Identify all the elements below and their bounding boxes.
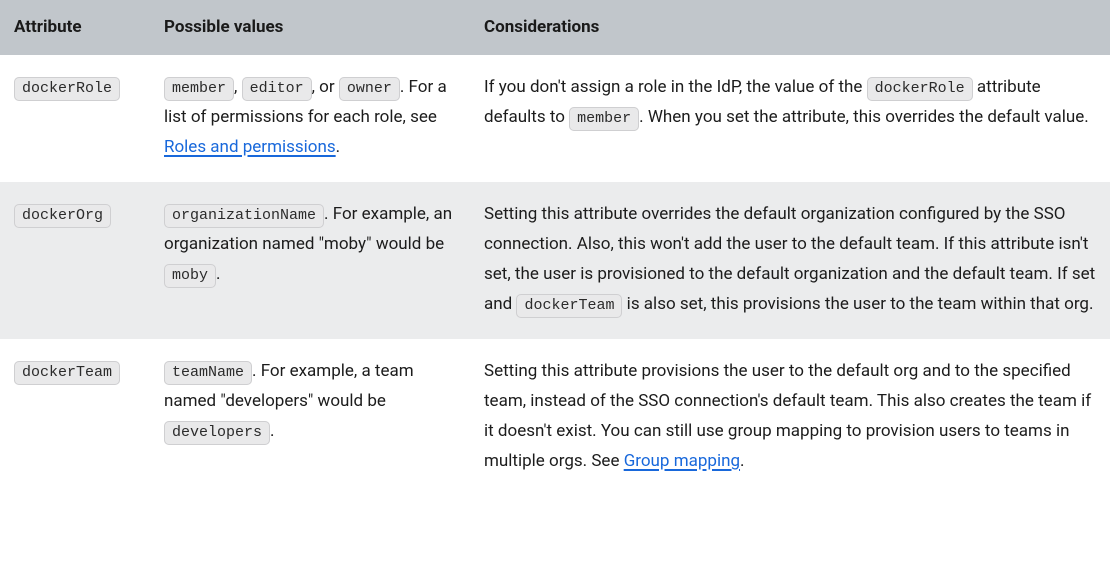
- text: , or: [312, 77, 339, 97]
- value-code: member: [164, 77, 234, 101]
- text: is also set, this provisions the user to…: [622, 294, 1093, 314]
- value-code: editor: [242, 77, 312, 101]
- group-mapping-link[interactable]: Group mapping: [624, 451, 740, 471]
- header-possible-values: Possible values: [150, 0, 470, 55]
- cell-possible-values: teamName. For example, a team named "dev…: [150, 339, 470, 496]
- attr-code: dockerTeam: [14, 361, 120, 385]
- header-considerations: Considerations: [470, 0, 1110, 55]
- value-code: member: [569, 107, 639, 131]
- text: .: [336, 137, 340, 157]
- attr-code: dockerRole: [14, 77, 120, 101]
- text: ,: [234, 77, 242, 97]
- text: .: [740, 451, 744, 471]
- table-row: dockerOrg organizationName. For example,…: [0, 182, 1110, 339]
- cell-possible-values: organizationName. For example, an organi…: [150, 182, 470, 339]
- value-code: dockerRole: [867, 77, 973, 101]
- attributes-table: Attribute Possible values Considerations…: [0, 0, 1110, 496]
- text: If you don't assign a role in the IdP, t…: [484, 77, 867, 97]
- value-code: owner: [339, 77, 400, 101]
- cell-considerations: If you don't assign a role in the IdP, t…: [470, 55, 1110, 182]
- value-code: organizationName: [164, 204, 324, 228]
- table-row: dockerTeam teamName. For example, a team…: [0, 339, 1110, 496]
- header-attribute: Attribute: [0, 0, 150, 55]
- cell-possible-values: member, editor, or owner. For a list of …: [150, 55, 470, 182]
- roles-permissions-link[interactable]: Roles and permissions: [164, 137, 336, 157]
- value-code: moby: [164, 264, 216, 288]
- cell-attribute: dockerRole: [0, 55, 150, 182]
- cell-considerations: Setting this attribute provisions the us…: [470, 339, 1110, 496]
- text: Setting this attribute provisions the us…: [484, 361, 1091, 470]
- table-row: dockerRole member, editor, or owner. For…: [0, 55, 1110, 182]
- table-header-row: Attribute Possible values Considerations: [0, 0, 1110, 55]
- value-code: developers: [164, 421, 270, 445]
- value-code: dockerTeam: [516, 294, 622, 318]
- text: . When you set the attribute, this overr…: [639, 107, 1089, 127]
- cell-attribute: dockerOrg: [0, 182, 150, 339]
- cell-attribute: dockerTeam: [0, 339, 150, 496]
- attr-code: dockerOrg: [14, 204, 111, 228]
- cell-considerations: Setting this attribute overrides the def…: [470, 182, 1110, 339]
- text: .: [270, 421, 274, 441]
- text: .: [216, 264, 220, 284]
- value-code: teamName: [164, 361, 252, 385]
